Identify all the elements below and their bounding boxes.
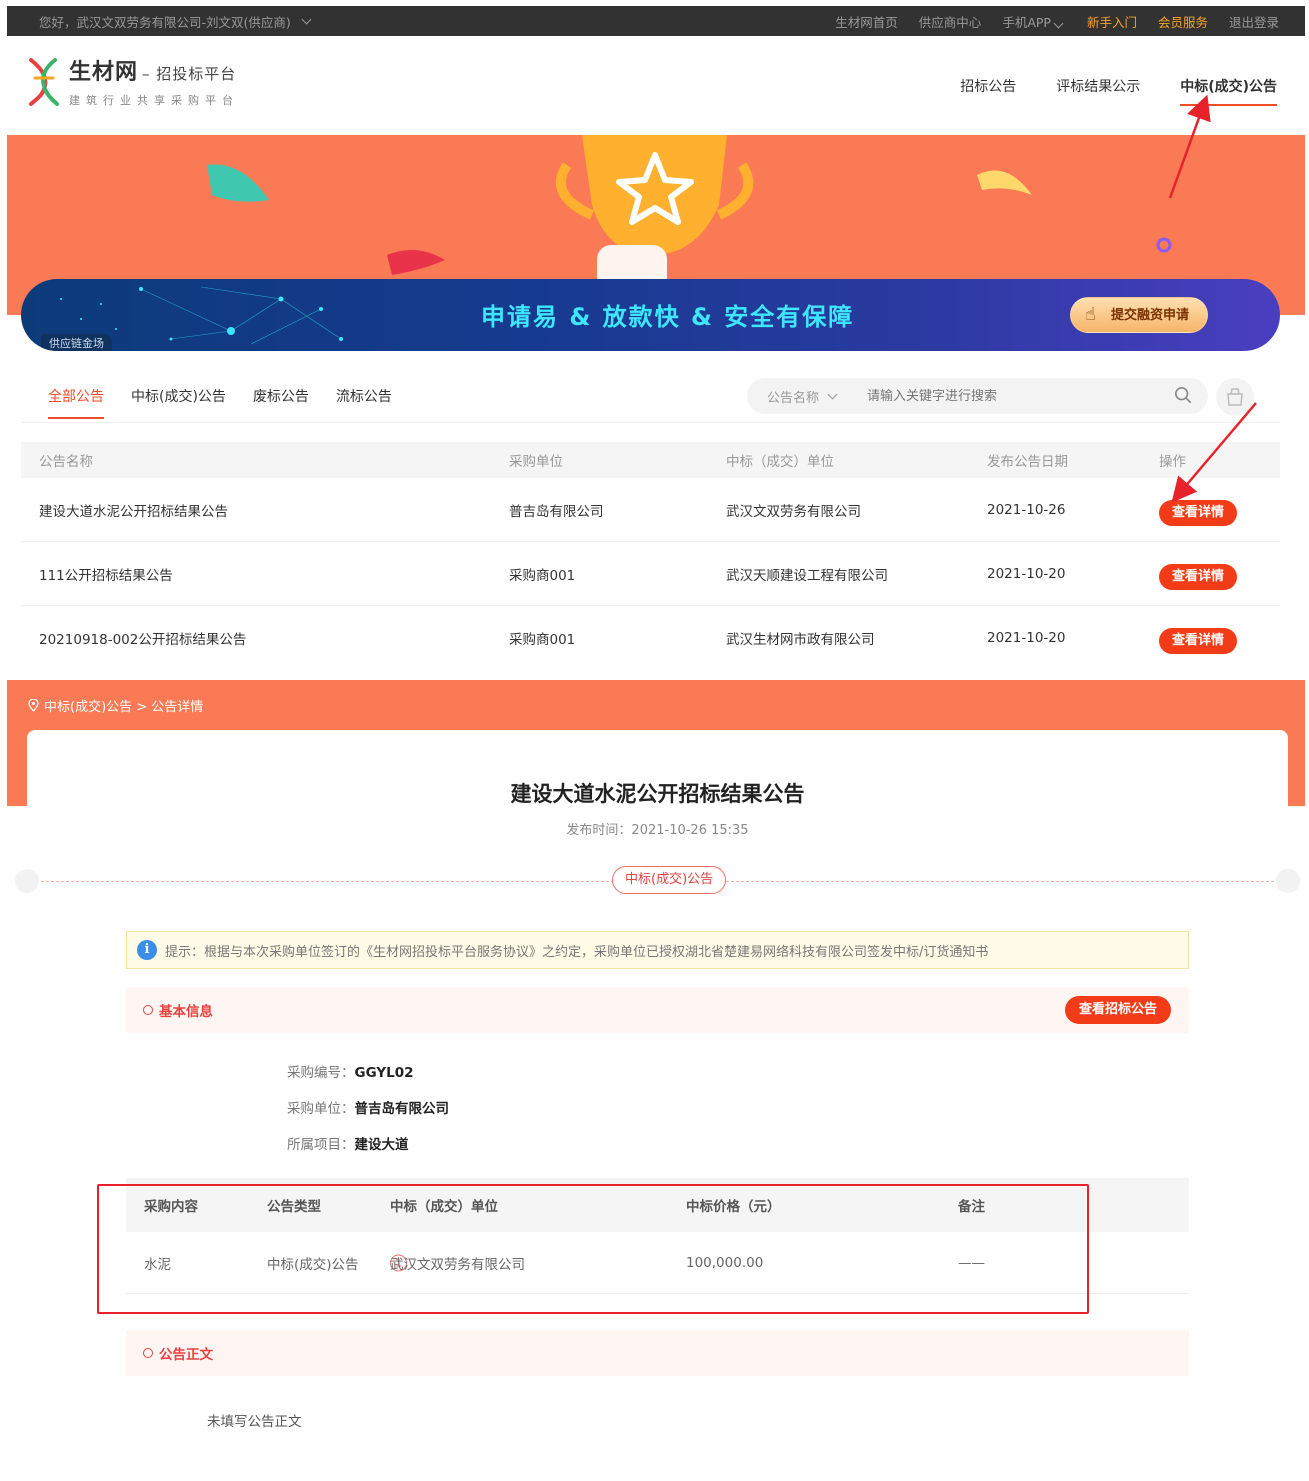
site-header: 生材网 – 招投标平台 建筑行业共享采购平台 招标公告 评标结果公示 中标(成交)…	[7, 36, 1305, 135]
greeting-text: 您好，武汉文双劳务有限公司-刘文双(供应商)	[39, 14, 291, 30]
section-title: 基本信息	[159, 1004, 213, 1020]
hand-pointer-icon: ☝	[1084, 304, 1096, 325]
notice-name[interactable]: 20210918-002公开招标结果公告	[39, 628, 246, 648]
table-row: 20210918-002公开招标结果公告 采购商001 武汉生材网市政有限公司 …	[21, 606, 1280, 670]
tab-all[interactable]: 全部公告	[48, 386, 104, 419]
finance-tag: 供应链金场	[41, 334, 112, 351]
cart-button[interactable]	[1216, 378, 1254, 416]
notice-body-text: 未填写公告正文	[207, 1414, 302, 1430]
divider-notch	[1276, 869, 1300, 893]
user-greeting[interactable]: 您好，武汉文双劳务有限公司-刘文双(供应商)	[39, 12, 314, 31]
notice-tabs: 全部公告 中标(成交)公告 废标公告 流标公告	[48, 386, 392, 419]
link-home[interactable]: 生材网首页	[835, 12, 898, 31]
winner-name: 武汉生材网市政有限公司	[726, 632, 875, 648]
apply-financing-label: 提交融资申请	[1110, 308, 1189, 323]
search-input[interactable]	[867, 388, 1157, 404]
location-pin-icon	[28, 699, 39, 712]
site-logo[interactable]: 生材网 – 招投标平台 建筑行业共享采购平台	[27, 54, 239, 108]
view-detail-button[interactable]: 查看详情	[1159, 499, 1238, 526]
section-title: 公告正文	[159, 1347, 213, 1363]
buyer-name: 采购商001	[509, 632, 576, 648]
page-title: 建设大道水泥公开招标结果公告	[510, 782, 805, 806]
apply-financing-button[interactable]: ☝ 提交融资申请	[1069, 297, 1208, 333]
chevron-down-icon	[301, 14, 312, 24]
publish-date: 2021-10-26	[987, 501, 1066, 518]
notice-tip: i 提示：根据与本次采购单位签订的《生材网招投标平台服务协议》之约定，采购单位已…	[126, 931, 1189, 969]
logo-tagline: 建筑行业共享采购平台	[69, 94, 239, 107]
link-mobile-app[interactable]: 手机APP	[1002, 12, 1066, 31]
finance-banner[interactable]: 申请易 & 放款快 & 安全有保障 供应链金场 ☝ 提交融资申请	[21, 279, 1280, 351]
chevron-down-icon	[827, 389, 838, 399]
winner-name: 武汉文双劳务有限公司	[726, 503, 861, 520]
view-detail-button[interactable]: 查看详情	[1159, 628, 1238, 654]
nav-award-notice[interactable]: 中标(成交)公告	[1180, 76, 1277, 106]
tab-abandoned[interactable]: 废标公告	[253, 386, 309, 419]
search-field-select[interactable]: 公告名称	[767, 387, 867, 406]
field-buyer: 采购单位：普吉岛有限公司	[287, 1101, 449, 1117]
annotation-highlight-box	[97, 1184, 1089, 1314]
results-table: 公告名称 采购单位 中标（成交）单位 发布公告日期 操作 建设大道水泥公开招标结…	[21, 442, 1280, 670]
breadcrumb-text[interactable]: 中标(成交)公告 > 公告详情	[44, 696, 203, 715]
logo-icon	[29, 58, 59, 106]
col-date: 发布公告日期	[987, 454, 1068, 470]
breadcrumb[interactable]: 中标(成交)公告 > 公告详情	[28, 696, 203, 715]
nav-evaluation-result[interactable]: 评标结果公示	[1056, 76, 1140, 106]
notice-name[interactable]: 建设大道水泥公开招标结果公告	[39, 500, 228, 520]
publish-time: 发布时间：2021-10-26 15:35	[566, 823, 749, 838]
main-nav: 招标公告 评标结果公示 中标(成交)公告	[960, 76, 1277, 106]
divider-notch	[15, 869, 39, 893]
link-member-service[interactable]: 会员服务	[1158, 12, 1208, 31]
publish-date: 2021-10-20	[987, 565, 1066, 582]
info-icon: i	[137, 940, 157, 960]
publish-date: 2021-10-20	[987, 630, 1066, 646]
search-bar: 公告名称	[747, 378, 1208, 414]
tip-text: 提示：根据与本次采购单位签订的《生材网招投标平台服务协议》之约定，采购单位已授权…	[165, 944, 989, 960]
table-row: 111公开招标结果公告 采购商001 武汉天顺建设工程有限公司 2021-10-…	[21, 542, 1280, 606]
winner-name: 武汉天顺建设工程有限公司	[726, 567, 888, 584]
search-icon[interactable]	[1174, 386, 1192, 404]
notice-name[interactable]: 111公开招标结果公告	[39, 564, 173, 584]
logo-title: 生材网 – 招投标平台	[69, 60, 237, 85]
field-project: 所属项目：建设大道	[287, 1137, 409, 1153]
top-bar: 您好，武汉文双劳务有限公司-刘文双(供应商) 生材网首页 供应商中心 手机APP…	[7, 6, 1305, 36]
notice-type-badge: 中标(成交)公告	[612, 866, 727, 894]
detail-card: 建设大道水泥公开招标结果公告 发布时间：2021-10-26 15:35 中标(…	[15, 730, 1300, 1481]
table-row: 建设大道水泥公开招标结果公告 普吉岛有限公司 武汉文双劳务有限公司 2021-1…	[21, 478, 1280, 542]
tab-award[interactable]: 中标(成交)公告	[131, 386, 226, 419]
buyer-name: 普吉岛有限公司	[509, 503, 604, 520]
notice-body-section: 公告正文	[126, 1330, 1189, 1376]
top-links: 生材网首页 供应商中心 手机APP 新手入门 会员服务 退出登录	[835, 12, 1279, 31]
buyer-name: 采购商001	[509, 567, 576, 584]
finance-slogan: 申请易 & 放款快 & 安全有保障	[481, 303, 855, 331]
col-action: 操作	[1159, 454, 1186, 470]
nav-tender-notice[interactable]: 招标公告	[960, 76, 1016, 106]
cart-icon	[1227, 388, 1243, 406]
link-beginner-guide[interactable]: 新手入门	[1087, 12, 1137, 31]
link-supplier-center[interactable]: 供应商中心	[919, 12, 982, 31]
search-field-value: 公告名称	[767, 390, 820, 406]
table-header: 公告名称 采购单位 中标（成交）单位 发布公告日期 操作	[21, 442, 1280, 478]
view-detail-button[interactable]: 查看详情	[1159, 563, 1238, 590]
field-purchase-no: 采购编号：GGYL02	[287, 1065, 414, 1081]
link-logout[interactable]: 退出登录	[1229, 12, 1279, 31]
col-winner: 中标（成交）单位	[726, 454, 834, 470]
col-buyer: 采购单位	[509, 454, 563, 470]
divider	[21, 422, 1280, 423]
circle-bullet-icon	[143, 1348, 153, 1358]
view-tender-notice-button[interactable]: 查看招标公告	[1064, 996, 1171, 1024]
circle-bullet-icon	[143, 1005, 153, 1015]
chevron-down-icon	[1053, 18, 1064, 28]
col-notice-name: 公告名称	[39, 454, 93, 470]
basic-info-section: 基本信息 查看招标公告	[126, 987, 1189, 1033]
tab-failed[interactable]: 流标公告	[336, 386, 392, 419]
